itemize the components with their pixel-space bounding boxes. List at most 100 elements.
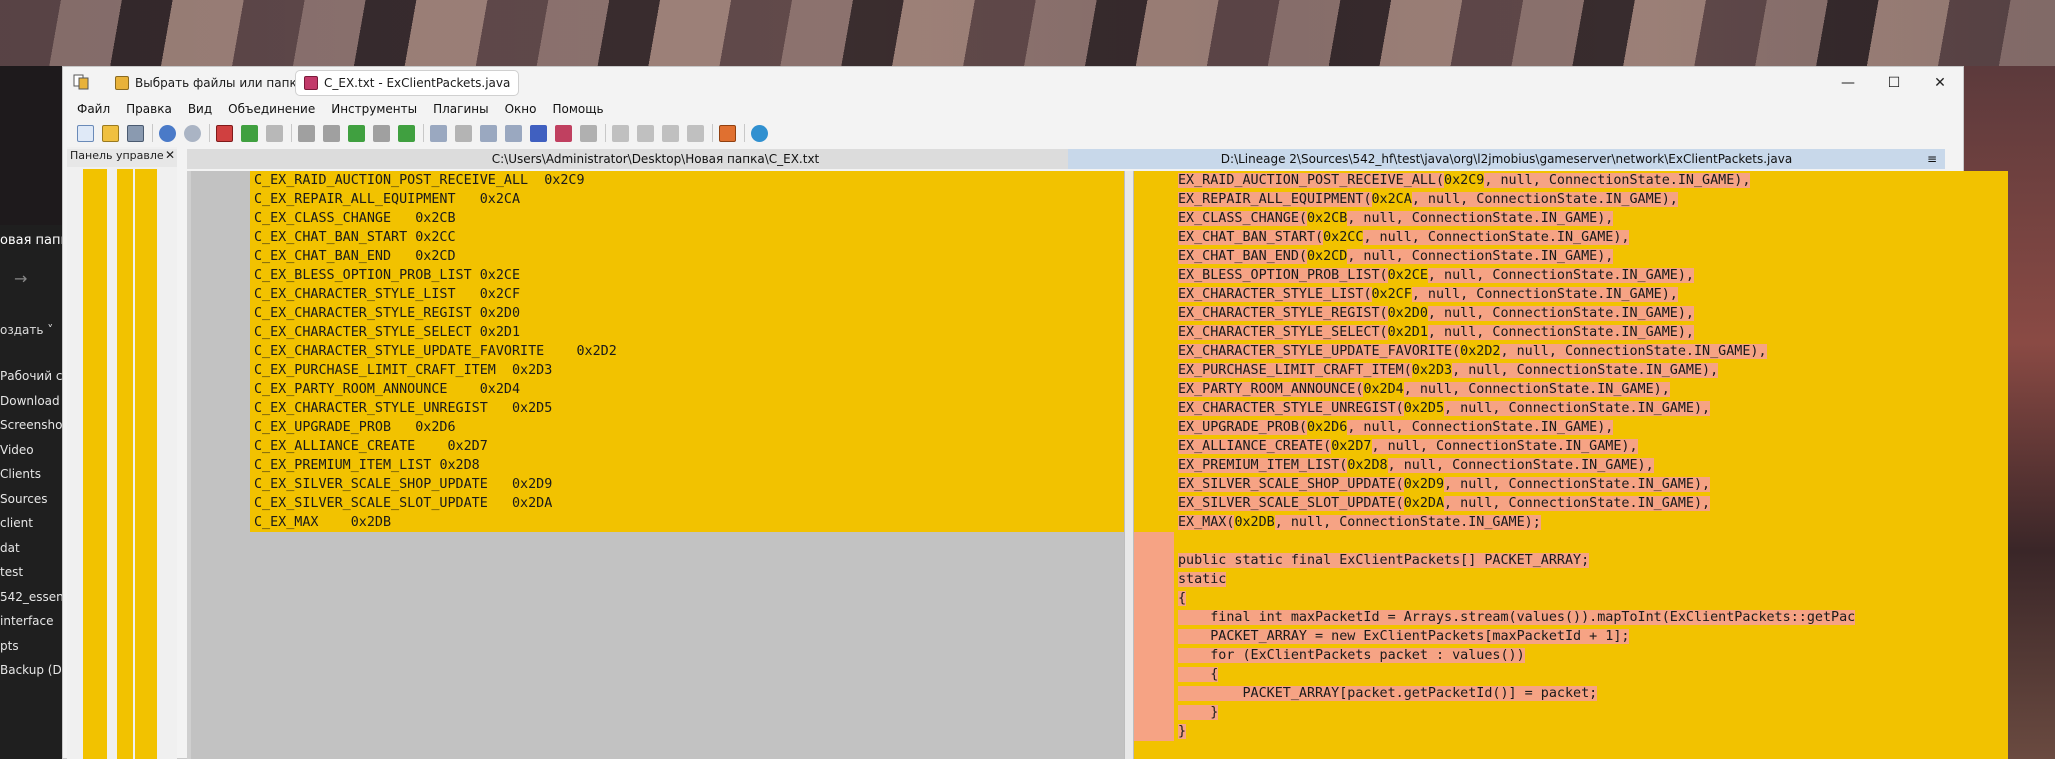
refresh-icon[interactable]: [751, 124, 768, 142]
spacing: [415, 439, 447, 454]
copy-all-right-icon[interactable]: [323, 124, 340, 142]
redo-icon[interactable]: [184, 124, 201, 142]
scroll-right-icon[interactable]: [662, 124, 679, 142]
split-view-icon[interactable]: [580, 124, 597, 142]
explorer-nav-item[interactable]: dat: [0, 541, 62, 555]
explorer-nav-item[interactable]: test: [0, 565, 62, 579]
next-diff-icon[interactable]: [398, 124, 415, 142]
copy-all-left-icon[interactable]: [298, 124, 315, 142]
packet-hex: 0x2D4: [479, 382, 521, 397]
right-editor[interactable]: EX_RAID_AUCTION_POST_RECEIVE_ALL(0x2C9, …: [1134, 171, 2008, 759]
packet-hex: 0x2CE: [479, 268, 521, 283]
forward-arrow-icon[interactable]: →: [14, 269, 27, 288]
diff-highlight: EX_UPGRADE_PROB(: [1178, 420, 1307, 435]
code-line: EX_SILVER_SCALE_SLOT_UPDATE(0x2DA, null,…: [1174, 494, 2008, 513]
code-line: C_EX_CHARACTER_STYLE_UPDATE_FAVORITE 0x2…: [250, 342, 1124, 361]
bookmark-blue-icon[interactable]: [530, 124, 547, 142]
first-diff-icon[interactable]: [348, 124, 365, 142]
enum-name: EX_CLASS_CHANGE: [1178, 211, 1299, 226]
paren: (: [1435, 173, 1445, 188]
explorer-nav-item[interactable]: pts: [0, 639, 62, 653]
menu-item[interactable]: Файл: [77, 102, 110, 116]
gutter-diff-marker: [1134, 665, 1174, 684]
explorer-nav-item[interactable]: Рабочий ст: [0, 369, 62, 383]
enum-args: , null, ConnectionState.IN_GAME),: [1484, 173, 1751, 188]
explorer-create-button[interactable]: оздать ˅: [0, 323, 53, 337]
right-file-path: D:\Lineage 2\Sources\542_hf\test\java\or…: [1220, 152, 1793, 166]
tab-file-compare[interactable]: C_EX.txt - ExClientPackets.java: [295, 70, 520, 96]
location-bar-right[interactable]: [135, 169, 157, 759]
maximize-button[interactable]: ☐: [1871, 67, 1917, 98]
select-right-icon[interactable]: [505, 124, 522, 142]
menu-item[interactable]: Правка: [126, 102, 172, 116]
enum-hex: 0x2CA: [1371, 192, 1412, 207]
scroll-last-icon[interactable]: [687, 124, 704, 142]
code-line: EX_CHARACTER_STYLE_LIST(0x2CF, null, Con…: [1174, 285, 2008, 304]
tab-select-files[interactable]: Выбрать файлы или папки: [107, 70, 313, 96]
menu-item[interactable]: Объединение: [228, 102, 315, 116]
merge-down-icon[interactable]: [241, 124, 258, 142]
diff-highlight: EX_CHARACTER_STYLE_SELECT(: [1178, 325, 1388, 340]
menu-item[interactable]: Окно: [505, 102, 537, 116]
left-code-area[interactable]: C_EX_RAID_AUCTION_POST_RECEIVE_ALL 0x2C9…: [250, 171, 1124, 532]
packet-name: C_EX_CHARACTER_STYLE_UPDATE_FAVORITE: [254, 344, 545, 359]
minimize-button[interactable]: —: [1825, 67, 1871, 98]
menu-item[interactable]: Помощь: [552, 102, 603, 116]
menu-item[interactable]: Плагины: [433, 102, 488, 116]
enum-hex: 0x2D0: [1387, 306, 1428, 321]
spacing: [496, 363, 512, 378]
scroll-first-icon[interactable]: [612, 124, 629, 142]
location-bar-middle[interactable]: [117, 169, 133, 759]
close-button[interactable]: ✕: [1917, 67, 1963, 98]
hamburger-menu-icon[interactable]: ≡: [1927, 149, 1937, 169]
explorer-nav-item[interactable]: 542_essence: [0, 590, 62, 604]
menu-item[interactable]: Вид: [188, 102, 212, 116]
explorer-nav-item[interactable]: Backup (D:: [0, 663, 62, 677]
left-editor[interactable]: C_EX_RAID_AUCTION_POST_RECEIVE_ALL 0x2C9…: [187, 171, 1124, 759]
code-line: C_EX_CHARACTER_STYLE_LIST 0x2CF: [250, 285, 1124, 304]
explorer-nav-item[interactable]: Video: [0, 443, 62, 457]
panel-close-icon[interactable]: ✕: [165, 148, 175, 162]
new-file-icon[interactable]: [77, 124, 94, 142]
explorer-nav-item[interactable]: Sources: [0, 492, 62, 506]
prev-diff-icon[interactable]: [373, 124, 390, 142]
next-conflict-icon[interactable]: [430, 124, 447, 142]
paren: (: [1395, 496, 1404, 511]
gutter-diff-marker: [1134, 589, 1174, 608]
paren: (: [1452, 344, 1461, 359]
explorer-nav-item[interactable]: Download: [0, 394, 62, 408]
select-left-icon[interactable]: [480, 124, 497, 142]
spacing: [488, 477, 512, 492]
window-controls: — ☐ ✕: [1825, 67, 1963, 98]
explorer-nav-item[interactable]: Screenshot: [0, 418, 62, 432]
toolbar-separator: [152, 124, 153, 142]
options-icon[interactable]: [719, 124, 736, 142]
bookmark-red-icon[interactable]: [555, 124, 572, 142]
pane-splitter[interactable]: [1124, 171, 1134, 759]
scroll-left-icon[interactable]: [637, 124, 654, 142]
enum-args: , null, ConnectionState.IN_GAME),: [1444, 477, 1711, 492]
prev-conflict-icon[interactable]: [455, 124, 472, 142]
right-code-area[interactable]: EX_RAID_AUCTION_POST_RECEIVE_ALL(0x2C9, …: [1174, 171, 2008, 741]
diff-highlight: EX_CHAT_BAN_START(: [1178, 230, 1324, 245]
code-line: EX_PARTY_ROOM_ANNOUNCE(0x2D4, null, Conn…: [1174, 380, 2008, 399]
undo-icon[interactable]: [159, 124, 176, 142]
copy-diff-icon[interactable]: [216, 124, 233, 142]
packet-hex: 0x2C9: [544, 173, 585, 188]
location-bar-left[interactable]: [83, 169, 107, 759]
open-folder-icon[interactable]: [102, 124, 119, 142]
explorer-nav-item[interactable]: interface: [0, 614, 62, 628]
paren: (: [1323, 439, 1332, 454]
menu-item[interactable]: Инструменты: [331, 102, 417, 116]
packet-name: C_EX_CHAT_BAN_END: [254, 249, 392, 264]
gutter-diff-marker: [1134, 684, 1174, 703]
merge-disabled-icon[interactable]: [266, 124, 283, 142]
explorer-nav-item[interactable]: Clients: [0, 467, 62, 481]
spacing: [456, 192, 480, 207]
packet-name: C_EX_ALLIANCE_CREATE: [254, 439, 416, 454]
explorer-nav-item[interactable]: client: [0, 516, 62, 530]
enum-hex: 0x2CD: [1307, 249, 1348, 264]
added-code: for (ExClientPackets packet : values()): [1178, 648, 1525, 663]
diff-highlight: EX_CHARACTER_STYLE_LIST(: [1178, 287, 1372, 302]
save-icon[interactable]: [127, 124, 144, 142]
